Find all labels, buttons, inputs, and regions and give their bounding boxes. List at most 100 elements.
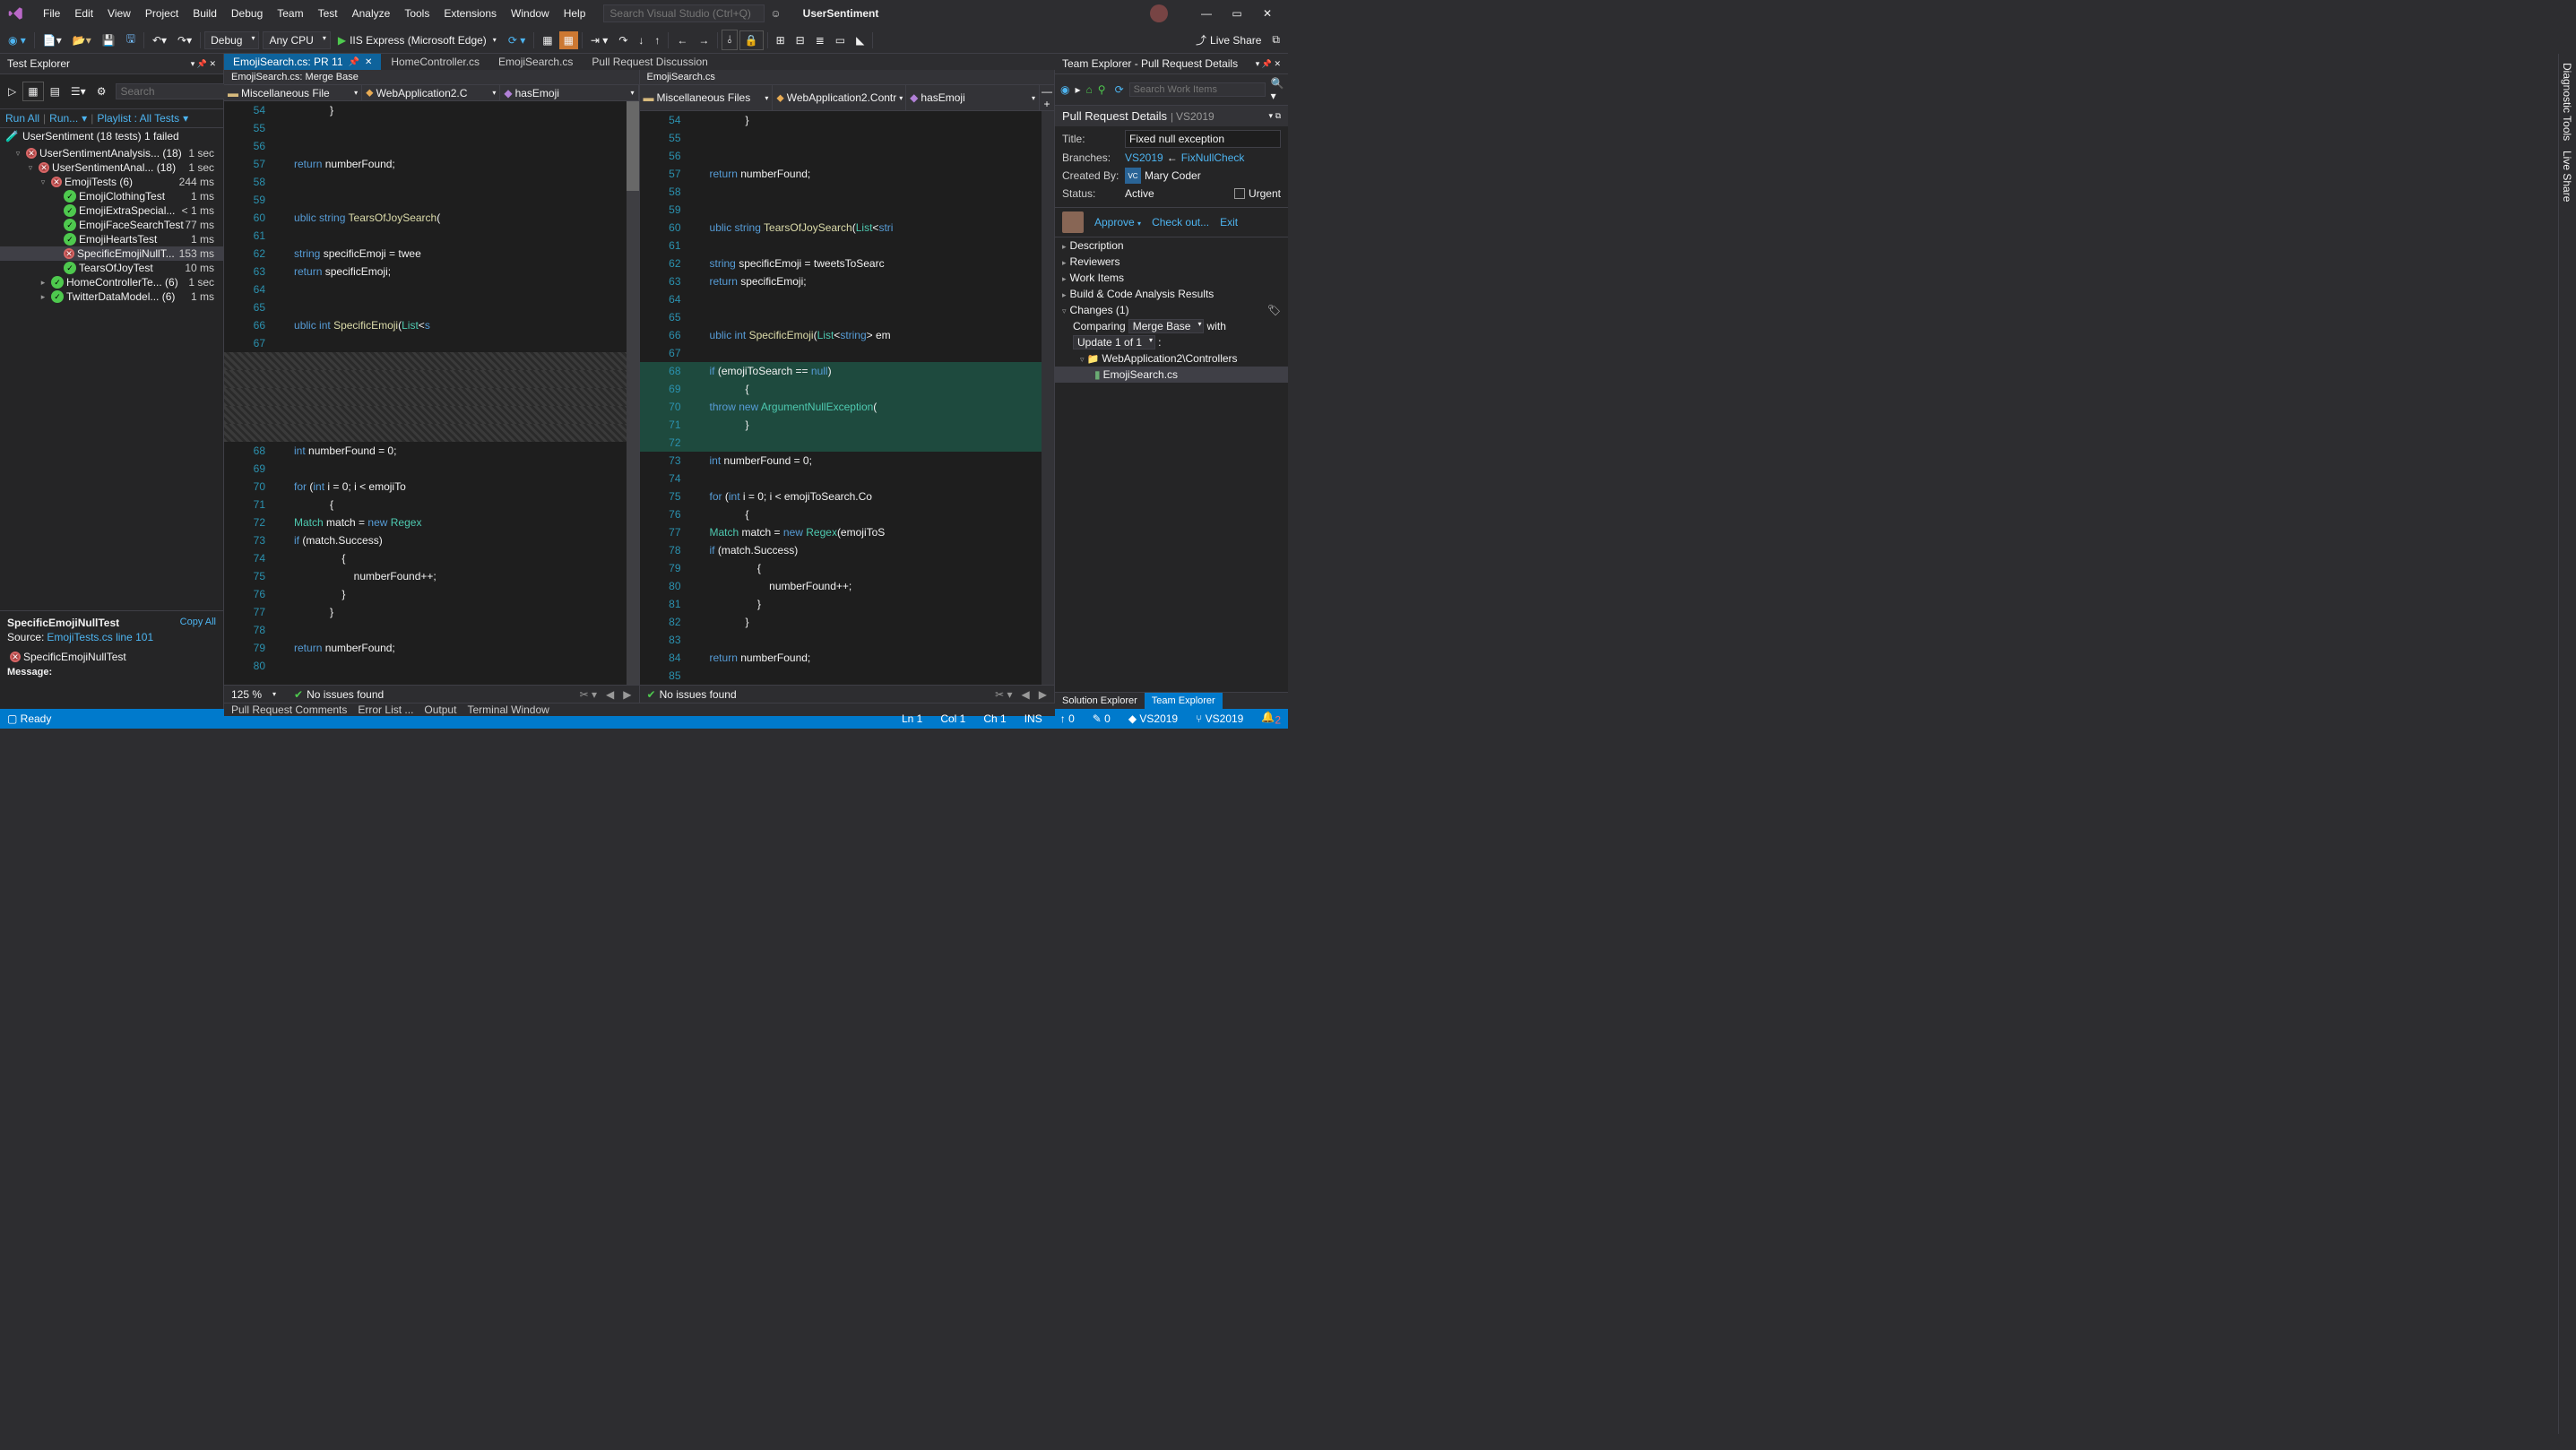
user-avatar[interactable] — [1150, 4, 1168, 22]
editor-tools-icon[interactable]: ✂ ▾ ◀ ▶ — [995, 688, 1047, 701]
nav-scope-right[interactable]: ▬Miscellaneous Files — [640, 85, 774, 110]
test-row[interactable]: ✓EmojiClothingTest1 ms — [0, 189, 223, 203]
te-filter-icon[interactable]: ▤ — [46, 82, 65, 100]
code-line[interactable]: 78 if (match.Success) — [640, 541, 1042, 559]
menu-test[interactable]: Test — [311, 4, 345, 23]
code-line[interactable]: 64 — [640, 290, 1042, 308]
te-back-icon[interactable]: ◉ — [1060, 83, 1069, 96]
te-fwd-icon[interactable]: ▸ — [1075, 83, 1080, 96]
code-line[interactable]: 62 string specificEmoji = twee — [224, 245, 627, 263]
live-share-popout-icon[interactable]: ⧉ — [1267, 30, 1284, 49]
line-indicator[interactable]: Ln 1 — [902, 712, 922, 725]
code-line[interactable]: 76 } — [224, 585, 627, 603]
nav-class-right[interactable]: ⬥WebApplication2.Contr — [773, 85, 906, 110]
branch-indicator[interactable]: ⑂ VS2019 — [1196, 712, 1243, 725]
code-line[interactable] — [224, 370, 627, 388]
code-line[interactable]: 80 — [224, 657, 627, 675]
code-line[interactable]: 65 — [224, 298, 627, 316]
code-line[interactable]: 69 { — [640, 380, 1042, 398]
menu-project[interactable]: Project — [138, 4, 186, 23]
te-plug-icon[interactable]: ⚲ — [1098, 83, 1106, 96]
branch-source[interactable]: FixNullCheck — [1181, 151, 1245, 164]
config-dropdown[interactable]: Debug — [204, 31, 259, 49]
code-line[interactable]: 58 — [224, 173, 627, 191]
tb-misc-2[interactable]: ⊟ — [791, 31, 809, 49]
code-line[interactable]: 82 } — [640, 613, 1042, 631]
bookmark-icon[interactable]: ◣ — [851, 31, 869, 49]
ins-indicator[interactable]: INS — [1024, 712, 1042, 725]
code-line[interactable]: 71 { — [224, 496, 627, 514]
overview-ruler[interactable] — [1042, 111, 1054, 685]
code-line[interactable]: 70 for (int i = 0; i < emojiTo — [224, 478, 627, 496]
save-all-icon[interactable]: 🖫 — [122, 28, 140, 52]
copy-all-link[interactable]: Copy All — [180, 617, 216, 627]
doc-tab[interactable]: Pull Request Discussion — [583, 54, 717, 70]
doc-tab[interactable]: EmojiSearch.cs: PR 11📌✕ — [224, 54, 382, 70]
tb-icon-1[interactable]: ▦ — [538, 31, 557, 49]
nav-left-icon[interactable]: ← — [672, 31, 692, 49]
code-line[interactable]: 57 return numberFound; — [640, 165, 1042, 183]
te-section[interactable]: ▸Description — [1055, 237, 1288, 254]
changes-section[interactable]: ▿Changes (1) 🏷 — [1055, 302, 1288, 318]
doc-tab[interactable]: EmojiSearch.cs — [489, 54, 583, 70]
menu-team[interactable]: Team — [270, 4, 310, 23]
code-line[interactable]: 72 Match match = new Regex — [224, 514, 627, 531]
code-line[interactable]: 79 { — [640, 559, 1042, 577]
lock-icon[interactable]: 🔒 — [739, 30, 764, 50]
panel-controls-icon[interactable]: ▾ 📌 ✕ — [1256, 59, 1281, 69]
redo-icon[interactable]: ↷▾ — [173, 31, 196, 49]
te-section[interactable]: ▸Work Items — [1055, 270, 1288, 286]
changes-tag-icon[interactable]: 🏷 — [1267, 304, 1281, 316]
code-line[interactable]: 83 — [640, 631, 1042, 649]
menu-extensions[interactable]: Extensions — [437, 4, 504, 23]
test-row[interactable]: ✓EmojiFaceSearchTest77 ms — [0, 218, 223, 232]
code-line[interactable]: 61 — [224, 227, 627, 245]
code-line[interactable]: 80 numberFound++; — [640, 577, 1042, 595]
test-row[interactable]: ▸✓HomeControllerTe... (6)1 sec — [0, 275, 223, 289]
code-line[interactable]: 78 — [224, 621, 627, 639]
editor-tools-icon[interactable]: ✂ ▾ ◀ ▶ — [580, 688, 632, 701]
code-line[interactable]: 60 ublic string TearsOfJoySearch( — [224, 209, 627, 227]
code-line[interactable]: 77 } — [224, 603, 627, 621]
exit-button[interactable]: Exit — [1220, 216, 1238, 229]
code-line[interactable]: 66 ublic int SpecificEmoji(List<s — [224, 316, 627, 334]
run-all-link[interactable]: Run All — [5, 112, 39, 125]
code-line[interactable]: 55 — [224, 119, 627, 137]
right-side-tabs[interactable]: Diagnostic Tools Live Share — [2558, 54, 2576, 1434]
te-group2-icon[interactable]: ☰▾ — [66, 82, 91, 100]
menu-view[interactable]: View — [100, 4, 138, 23]
search-visual-studio-input[interactable] — [603, 4, 765, 22]
pending-indicator[interactable]: ✎ 0 — [1093, 712, 1111, 725]
code-line[interactable]: 73 int numberFound = 0; — [640, 452, 1042, 470]
code-line[interactable]: 85 — [640, 667, 1042, 685]
maximize-button[interactable]: ▭ — [1223, 4, 1250, 22]
code-line[interactable]: 61 — [640, 237, 1042, 255]
menu-build[interactable]: Build — [186, 4, 224, 23]
feedback-icon[interactable]: ☺ — [770, 7, 781, 20]
publish-indicator[interactable]: ↑ 0 — [1060, 712, 1075, 725]
te-section[interactable]: ▸Build & Code Analysis Results — [1055, 286, 1288, 302]
code-line[interactable]: 54 } — [640, 111, 1042, 129]
menu-edit[interactable]: Edit — [67, 4, 100, 23]
code-line[interactable]: 69 — [224, 460, 627, 478]
changed-folder[interactable]: ▿ 📁 WebApplication2\Controllers — [1055, 350, 1288, 367]
se-tab[interactable]: Solution Explorer — [1055, 693, 1145, 709]
code-line[interactable]: 59 — [224, 191, 627, 209]
cursor-icon[interactable]: ⫰ — [722, 30, 737, 50]
nav-class-left[interactable]: ⬥WebApplication2.C — [362, 85, 500, 100]
code-line[interactable]: 56 — [640, 147, 1042, 165]
output-tab[interactable]: Terminal Window — [467, 703, 549, 716]
repo-indicator[interactable]: ◆ VS2019 — [1128, 712, 1178, 725]
code-line[interactable]: 77 Match match = new Regex(emojiToS — [640, 523, 1042, 541]
header-dropdown-icon[interactable]: ▾ ⧉ — [1269, 111, 1281, 121]
code-line[interactable]: 74 { — [224, 549, 627, 567]
new-project-icon[interactable]: 📄▾ — [39, 31, 66, 49]
test-row[interactable]: ▿✕UserSentimentAnal... (18)1 sec — [0, 160, 223, 175]
code-line[interactable] — [224, 424, 627, 442]
te-home-icon[interactable]: ⌂ — [1086, 83, 1093, 96]
code-line[interactable]: 67 — [224, 334, 627, 352]
code-line[interactable]: 75 for (int i = 0; i < emojiToSearch.Co — [640, 488, 1042, 505]
approve-button[interactable]: Approve ▾ — [1094, 216, 1141, 229]
menu-analyze[interactable]: Analyze — [345, 4, 398, 23]
code-line[interactable]: 67 — [640, 344, 1042, 362]
